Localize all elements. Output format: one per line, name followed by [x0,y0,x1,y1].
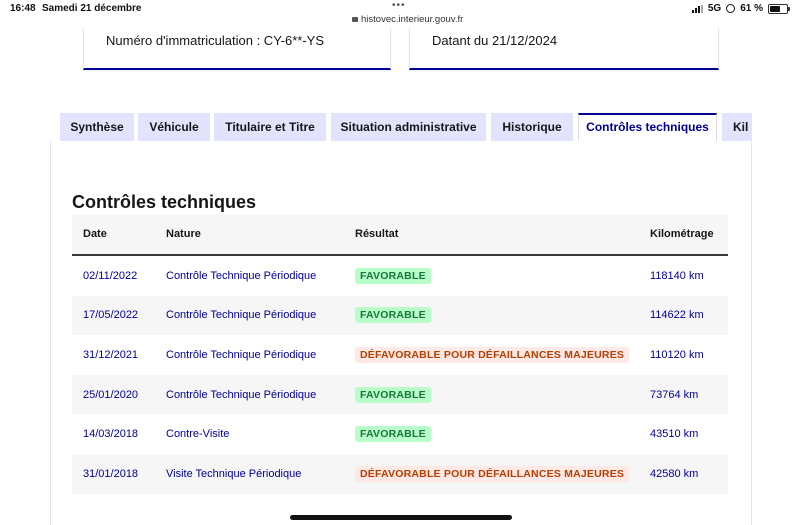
table-header: Date Nature Résultat Kilométrage [72,214,728,256]
row-mileage: 114622 km [650,309,704,322]
result-badge: DÉFAVORABLE POUR DÉFAILLANCES MAJEURES [355,346,630,363]
result-badge: DÉFAVORABLE POUR DÉFAILLANCES MAJEURES [355,465,630,482]
tab-historique[interactable]: Historique [491,113,573,141]
row-result: DÉFAVORABLE POUR DÉFAILLANCES MAJEURES [355,346,630,363]
table-row: 14/03/2018 Contre-Visite FAVORABLE 43510… [72,414,728,454]
row-mileage: 43510 km [650,428,699,441]
row-result: DÉFAVORABLE POUR DÉFAILLANCES MAJEURES [355,465,630,482]
row-nature: Contrôle Technique Périodique [166,309,317,322]
multitask-dots-icon[interactable]: ••• [392,0,406,11]
result-badge: FAVORABLE [355,267,431,284]
header-date: Date [83,228,107,240]
inspections-table: Date Nature Résultat Kilométrage 02/11/2… [72,214,728,494]
tab-kilometrage[interactable]: Kil [722,113,752,141]
result-badge: FAVORABLE [355,426,431,443]
row-result: FAVORABLE [355,307,431,324]
tab-list: Synthèse Véhicule Titulaire et Titre Sit… [60,113,752,141]
signal-icon [691,4,703,13]
table-row: 31/12/2021 Contrôle Technique Périodique… [72,335,728,375]
battery-icon [768,3,790,14]
status-right: 5G 61 % [691,3,790,14]
status-bar: 16:48 Samedi 21 décembre ••• histovec.in… [0,0,800,28]
result-badge: FAVORABLE [355,386,431,403]
row-mileage: 73764 km [650,388,699,401]
result-badge: FAVORABLE [355,307,431,324]
row-mileage: 110120 km [650,348,704,361]
registration-text: Numéro d'immatriculation : CY-6**-YS [106,33,325,48]
location-icon [726,4,736,13]
row-mileage: 42580 km [650,467,699,480]
row-date: 02/11/2022 [83,269,138,282]
battery-percent: 61 % [740,3,763,14]
status-time: 16:48 [10,3,36,14]
row-date: 31/01/2018 [83,467,139,480]
table-row: 31/01/2018 Visite Technique Périodique D… [72,453,728,494]
lock-icon [352,17,358,22]
status-date: Samedi 21 décembre [42,3,142,14]
row-nature: Visite Technique Périodique [166,467,302,480]
address-url: histovec.interieur.gouv.fr [361,14,464,25]
row-result: FAVORABLE [355,386,431,403]
registration-card: Numéro d'immatriculation : CY-6**-YS [83,28,391,70]
row-date: 14/03/2018 [83,428,139,441]
table-row: 17/05/2022 Contrôle Technique Périodique… [72,295,728,336]
header-result: Résultat [355,228,399,240]
report-date-text: Datant du 21/12/2024 [432,33,558,48]
network-label: 5G [707,3,722,14]
header-nature: Nature [166,228,201,240]
row-nature: Contre-Visite [166,428,230,441]
table-row: 25/01/2020 Contrôle Technique Périodique… [72,374,728,415]
tab-titulaire-et-titre[interactable]: Titulaire et Titre [214,113,326,141]
tab-controles-techniques[interactable]: Contrôles techniques [578,113,717,141]
section-title: Contrôles techniques [72,192,257,212]
header-mileage: Kilométrage [650,228,714,240]
report-date-card: Datant du 21/12/2024 [409,28,719,70]
row-result: FAVORABLE [355,426,431,443]
table-row: 02/11/2022 Contrôle Technique Périodique… [72,256,728,296]
row-result: FAVORABLE [355,267,431,284]
address-bar[interactable]: histovec.interieur.gouv.fr [352,14,463,25]
tab-synthese[interactable]: Synthèse [60,113,134,141]
row-date: 17/05/2022 [83,309,139,322]
tab-vehicule[interactable]: Véhicule [138,113,210,141]
home-indicator[interactable] [290,515,512,520]
row-nature: Contrôle Technique Périodique [166,348,317,361]
row-date: 25/01/2020 [83,388,139,401]
tab-situation-administrative[interactable]: Situation administrative [331,113,486,141]
row-mileage: 118140 km [650,269,704,282]
row-nature: Contrôle Technique Périodique [166,269,317,282]
row-date: 31/12/2021 [83,348,139,361]
row-nature: Contrôle Technique Périodique [166,388,317,401]
